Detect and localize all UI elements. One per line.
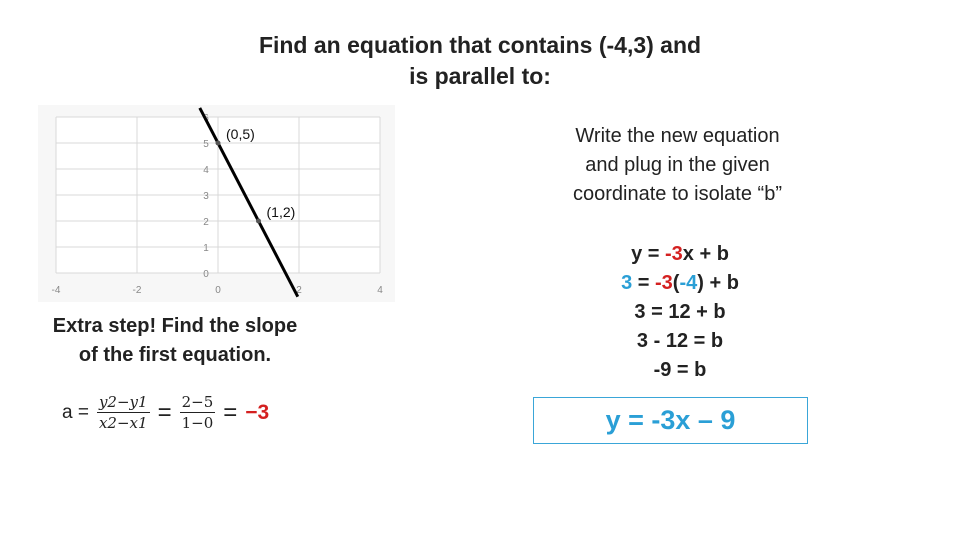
y-tick-label: 4 bbox=[203, 165, 209, 176]
step-5: -9 = b bbox=[653, 359, 707, 381]
equals-sign: = bbox=[223, 398, 238, 426]
instructions-line-2: and plug in the given bbox=[585, 154, 770, 176]
x-tick-label: -4 bbox=[52, 285, 61, 296]
step-text: = bbox=[632, 272, 655, 294]
solution-steps: y = -3x + b 3 = -3(-4) + b 3 = 12 + b 3 … bbox=[560, 240, 800, 385]
point-label: (1,2) bbox=[267, 204, 296, 220]
slope-value: -3 bbox=[664, 243, 683, 265]
instructions: Write the new equation and plug in the g… bbox=[545, 122, 810, 209]
title-line-2: is parallel to: bbox=[409, 63, 551, 89]
slope-value: -3 bbox=[654, 272, 673, 294]
fraction-numerator: y2−y1 bbox=[96, 393, 150, 413]
point-label: (0,5) bbox=[226, 126, 255, 142]
instructions-line-3: coordinate to isolate “b” bbox=[572, 183, 782, 205]
slide-title: Find an equation that contains (-4,3) an… bbox=[180, 30, 780, 92]
y-value: 3 bbox=[621, 272, 633, 294]
step-2: 3 = -3(-4) + b bbox=[560, 269, 800, 298]
extra-step-text: Extra step! Find the slope of the first … bbox=[40, 312, 310, 370]
instructions-line-1: Write the new equation bbox=[575, 125, 780, 147]
y-tick-label: 0 bbox=[203, 269, 209, 280]
extra-step-line-1: Extra step! Find the slope bbox=[52, 315, 298, 337]
data-point bbox=[256, 218, 261, 224]
x-tick-label: 0 bbox=[215, 285, 221, 296]
step-text: ) + b bbox=[697, 272, 739, 294]
step-3: 3 = 12 + b bbox=[634, 301, 726, 323]
extra-step-line-2: of the first equation. bbox=[78, 344, 272, 366]
general-fraction: y2−y1 x2−x1 bbox=[96, 392, 150, 433]
step-1: y = -3x + b bbox=[560, 240, 800, 269]
x-tick-label: 4 bbox=[377, 285, 383, 296]
step-text: x + b bbox=[682, 243, 729, 265]
slope-formula: a = y2−y1 x2−x1 = 2−5 1−0 = −3 bbox=[62, 392, 269, 433]
fraction-denominator: x2−x1 bbox=[98, 414, 148, 432]
fraction-numerator: 2−5 bbox=[179, 393, 216, 413]
x-tick-label: -2 bbox=[133, 285, 142, 296]
y-tick-label: 5 bbox=[203, 139, 209, 150]
y-tick-label: 3 bbox=[203, 191, 209, 202]
step-text: y = bbox=[631, 243, 665, 265]
line-chart: 0123456-4-2024(0,5)(1,2) bbox=[38, 105, 395, 302]
numeric-fraction: 2−5 1−0 bbox=[179, 392, 216, 433]
title-line-1: Find an equation that contains (-4,3) an… bbox=[258, 32, 702, 58]
step-4: 3 - 12 = b bbox=[636, 330, 724, 352]
slope-result: −3 bbox=[245, 400, 270, 424]
fraction-denominator: 1−0 bbox=[181, 414, 214, 432]
y-tick-label: 2 bbox=[203, 217, 209, 228]
data-point bbox=[215, 140, 221, 146]
equals-sign: = bbox=[157, 398, 172, 426]
x-value: -4 bbox=[679, 272, 698, 294]
formula-lhs: a = bbox=[62, 401, 89, 423]
answer-box: y = -3x – 9 bbox=[533, 397, 808, 444]
y-tick-label: 1 bbox=[203, 243, 209, 254]
